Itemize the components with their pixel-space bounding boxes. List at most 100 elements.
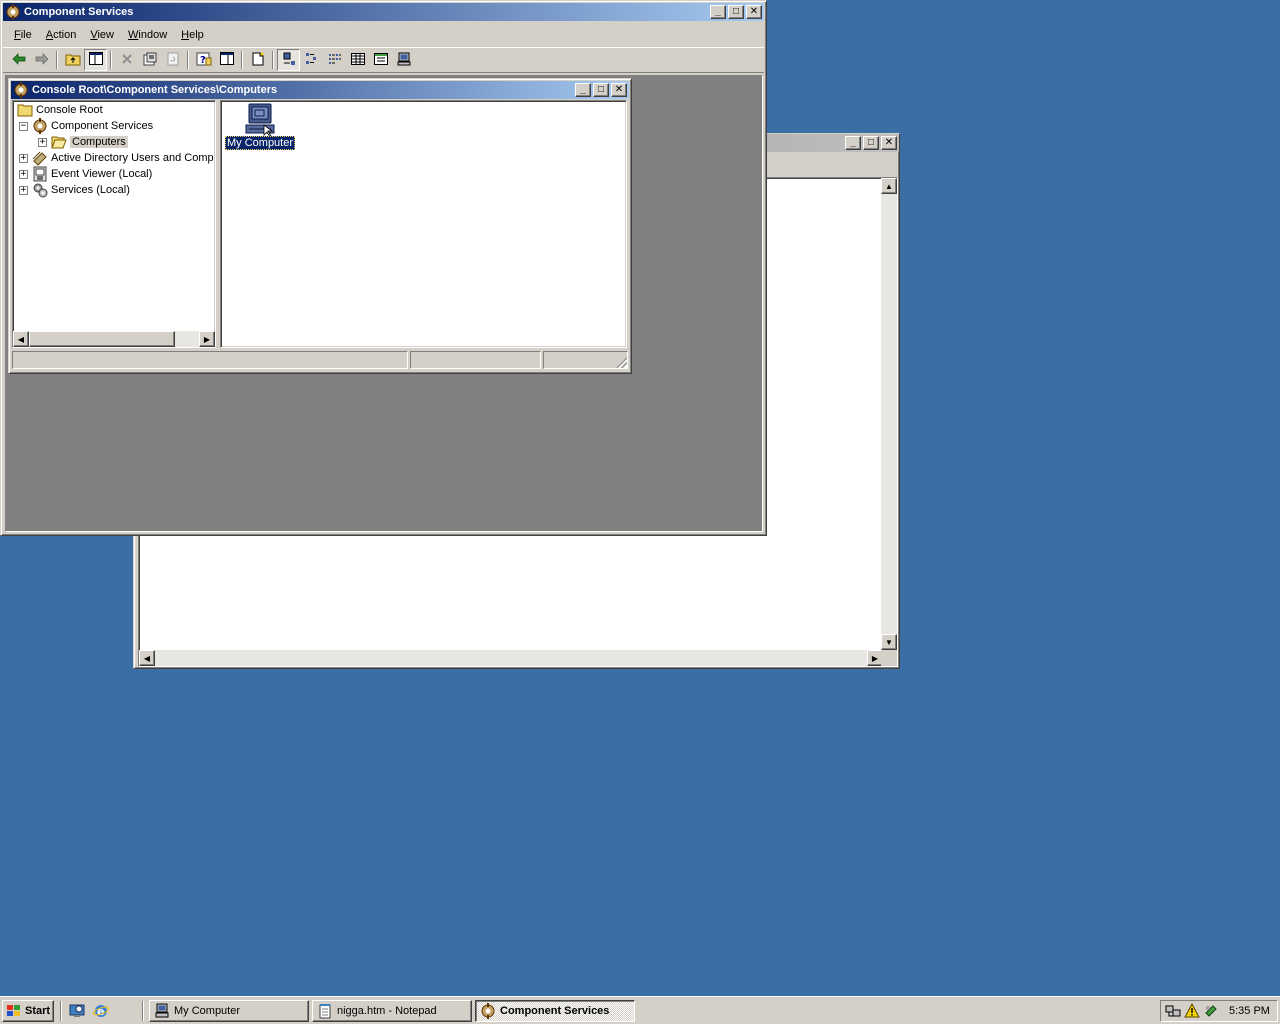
scroll-thumb[interactable] (29, 331, 175, 347)
large-icons-button[interactable] (277, 49, 300, 71)
tree-item-event-viewer[interactable]: + Event Viewer (Local) (19, 166, 152, 182)
scroll-left-button[interactable]: ◀ (13, 331, 29, 347)
properties-button[interactable] (138, 49, 161, 71)
maximize-button[interactable]: □ (863, 136, 879, 150)
expand-toggle[interactable]: + (19, 153, 28, 163)
tree-item-console-root[interactable]: Console Root (17, 102, 103, 118)
taskbar-button-my-computer[interactable]: My Computer (149, 1000, 309, 1022)
start-label: Start (25, 1005, 51, 1017)
show-hide-tree-button[interactable] (84, 49, 107, 71)
tree-horizontal-scrollbar[interactable]: ◀ ▶ (13, 331, 215, 347)
scroll-down-button[interactable]: ▼ (881, 634, 897, 650)
forward-button[interactable] (30, 49, 53, 71)
refresh-button[interactable] (161, 49, 184, 71)
detail-button[interactable] (346, 49, 369, 71)
console-child-window[interactable]: Console Root\Component Services\Computer… (8, 78, 632, 374)
horizontal-scrollbar[interactable]: ◀ ▶ (139, 650, 883, 666)
toolbar-separator (272, 51, 274, 69)
close-button[interactable]: ✕ (881, 136, 897, 150)
clock[interactable]: 5:35 PM (1229, 1005, 1270, 1017)
scroll-up-button[interactable]: ▲ (881, 178, 897, 194)
mdi-client-area: Console Root\Component Services\Computer… (5, 75, 763, 532)
vertical-scrollbar[interactable]: ▲ ▼ (881, 178, 897, 650)
list-button[interactable] (323, 49, 346, 71)
tree-item-label: Computers (70, 136, 128, 148)
taskbar-button-notepad[interactable]: nigga.htm - Notepad (312, 1000, 472, 1022)
maximize-icon: □ (867, 137, 875, 148)
new-window-button[interactable] (246, 49, 269, 71)
minimize-button[interactable]: _ (845, 136, 861, 150)
scroll-right-button[interactable]: ▶ (199, 331, 215, 347)
up-one-level-button[interactable] (61, 49, 84, 71)
menu-file-rest: ile (20, 29, 32, 41)
folder-icon (17, 102, 33, 118)
result-pane[interactable]: My Computer (220, 100, 627, 348)
my-computer-label: My Computer (225, 136, 296, 150)
large-icons-icon (282, 52, 296, 69)
toolbar-separator (110, 51, 112, 69)
quick-launch-desktop[interactable] (68, 1003, 86, 1021)
toolbar-separator (56, 51, 58, 69)
scroll-left-button[interactable]: ◀ (139, 650, 155, 666)
maximize-button[interactable]: □ (728, 5, 744, 19)
view-options-icon (373, 52, 388, 69)
minimize-button[interactable]: _ (710, 5, 726, 19)
menu-action[interactable]: Action (39, 27, 84, 43)
windows-logo-icon (6, 1004, 22, 1018)
menu-window[interactable]: Window (121, 27, 174, 43)
quick-launch-ie[interactable]: e (92, 1003, 110, 1021)
small-icons-button[interactable] (300, 49, 323, 71)
tree-item-services[interactable]: + Services (Local) (19, 182, 130, 198)
tree-item-label: Console Root (36, 104, 103, 116)
component-services-icon (13, 82, 29, 98)
list-icon (328, 52, 342, 69)
size-grip-icon[interactable] (615, 356, 627, 368)
taskbar-button-label: My Computer (174, 1005, 241, 1017)
computer-icon (154, 1003, 170, 1019)
refresh-icon (167, 52, 179, 69)
minimize-button[interactable]: _ (575, 83, 591, 97)
maximize-button[interactable]: □ (593, 83, 609, 97)
toolbar-separator (187, 51, 189, 69)
status-cell-1 (12, 351, 408, 369)
show-hide-action-pane-button[interactable] (215, 49, 238, 71)
toolbar: ? (3, 47, 764, 73)
main-window-title: Component Services (24, 6, 134, 18)
main-titlebar[interactable]: Component Services _ □ ✕ (3, 3, 764, 21)
component-services-window[interactable]: Component Services _ □ ✕ File Action Vie… (0, 0, 767, 536)
child-titlebar[interactable]: Console Root\Component Services\Computer… (11, 81, 629, 99)
tree-item-component-services[interactable]: − Component Services (19, 118, 153, 134)
forward-arrow-icon (35, 52, 49, 68)
internet-explorer-icon: e (92, 1003, 110, 1022)
arrow-down-icon: ▼ (885, 637, 893, 647)
computer-icon (225, 103, 293, 137)
size-grip[interactable] (881, 650, 897, 666)
tree-pane[interactable]: Console Root − Component Services + Comp… (12, 100, 216, 348)
notepad-icon (317, 1003, 333, 1019)
view-options-button[interactable] (369, 49, 392, 71)
tree-item-computers[interactable]: + Computers (38, 134, 128, 150)
security-icon[interactable] (1203, 1003, 1219, 1019)
close-button[interactable]: ✕ (746, 5, 762, 19)
back-button[interactable] (7, 49, 30, 71)
close-icon: ✕ (614, 84, 624, 95)
network-icon[interactable] (1165, 1003, 1181, 1019)
computer-button[interactable] (392, 49, 415, 71)
taskbar-button-component-services[interactable]: Component Services (475, 1000, 635, 1022)
collapse-toggle[interactable]: − (19, 121, 28, 131)
warning-icon[interactable] (1184, 1003, 1200, 1019)
start-button[interactable]: Start (2, 1000, 54, 1022)
expand-toggle[interactable]: + (38, 137, 47, 147)
help-button[interactable]: ? (192, 49, 215, 71)
expand-toggle[interactable]: + (19, 169, 28, 179)
tree-item-active-directory[interactable]: + Active Directory Users and Comp (19, 150, 214, 166)
menu-view[interactable]: View (83, 27, 121, 43)
expand-toggle[interactable]: + (19, 185, 28, 195)
quick-launch-separator (142, 1001, 144, 1021)
my-computer-item[interactable]: My Computer (225, 103, 296, 150)
menu-file[interactable]: File (7, 27, 39, 43)
properties-icon (143, 52, 157, 69)
delete-button[interactable] (115, 49, 138, 71)
close-button[interactable]: ✕ (611, 83, 627, 97)
menu-help[interactable]: Help (174, 27, 211, 43)
